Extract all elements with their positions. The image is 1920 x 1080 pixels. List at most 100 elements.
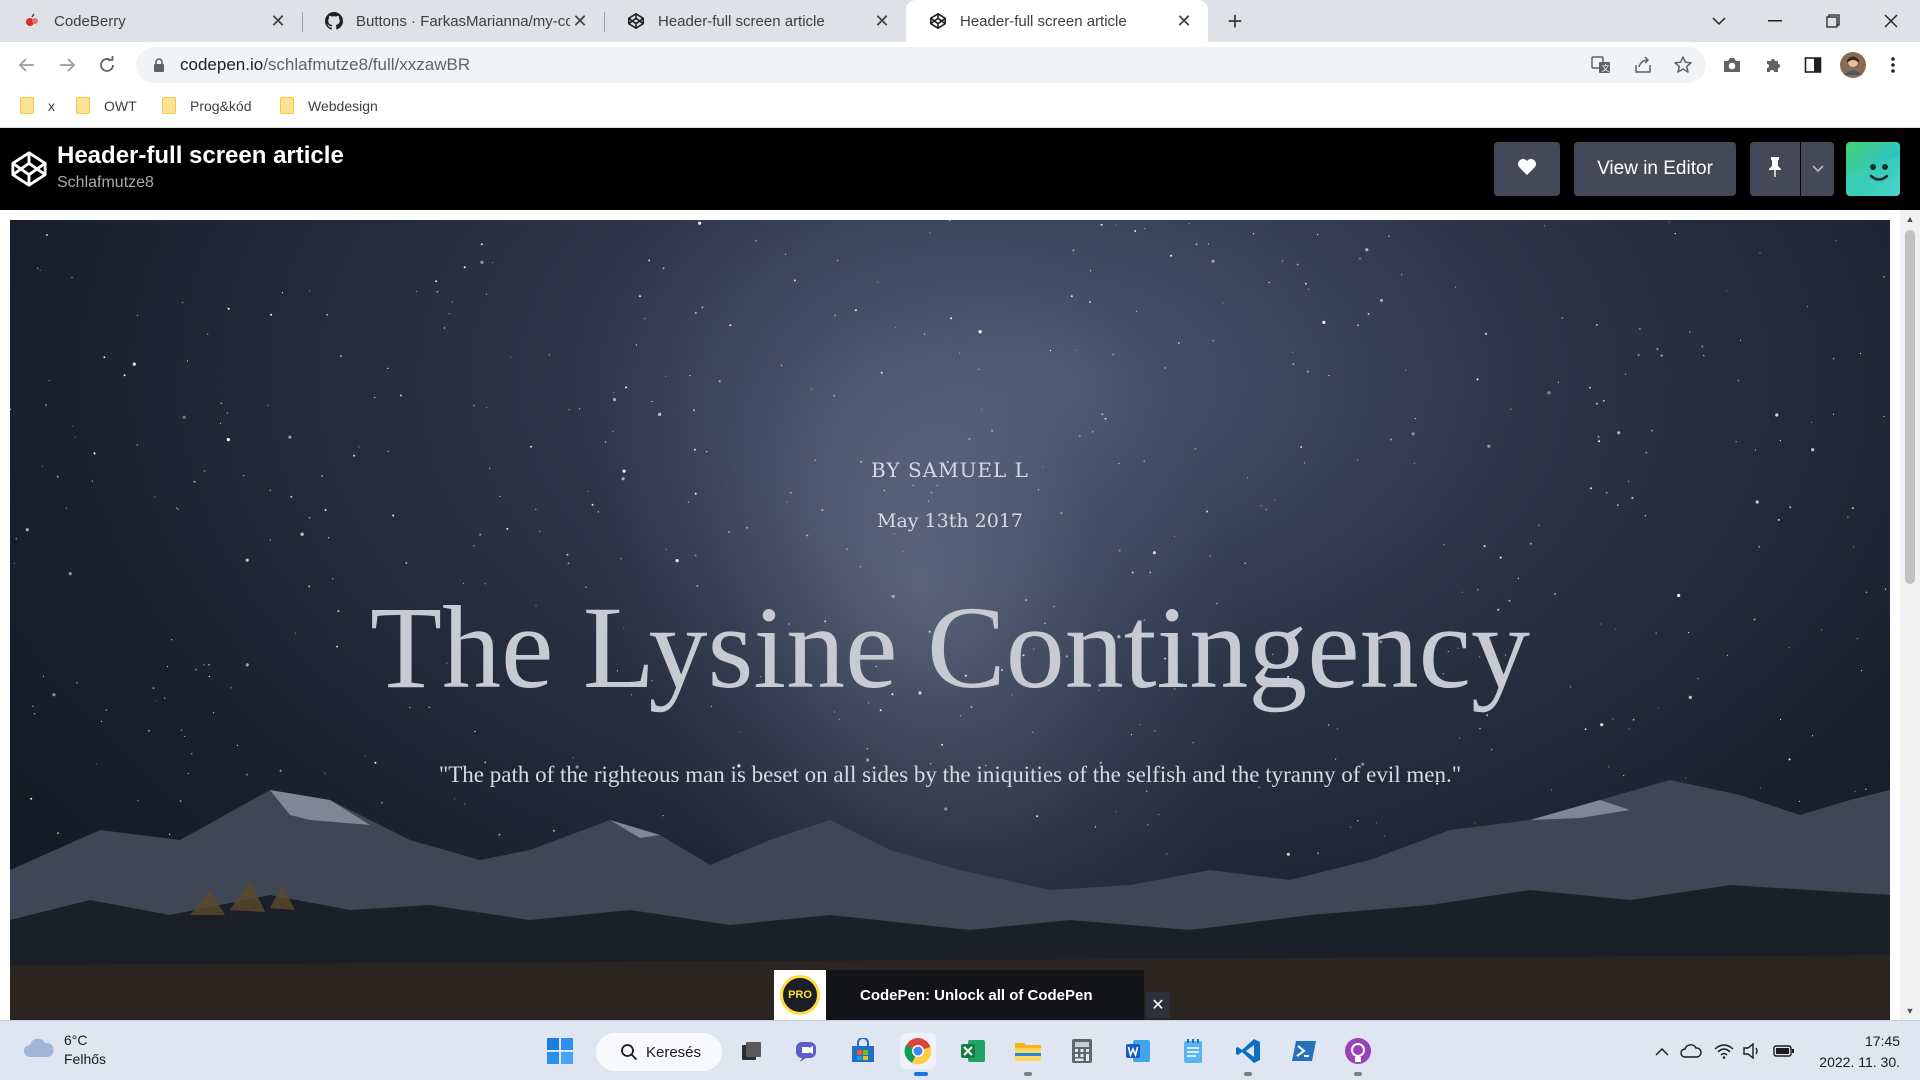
bookmark-label: x: [48, 97, 55, 114]
tab-header-article-1[interactable]: Header-full screen article ✕: [604, 0, 906, 42]
tab-title: Header-full screen article: [658, 12, 825, 30]
bookmark-folder-webdesign[interactable]: Webdesign: [280, 97, 378, 114]
promo-close-button[interactable]: ✕: [1146, 992, 1170, 1018]
new-tab-button[interactable]: +: [1220, 6, 1250, 36]
pin-button[interactable]: [1750, 142, 1800, 196]
profile-avatar[interactable]: [1838, 50, 1868, 80]
scroll-down-arrow-icon[interactable]: ▼: [1905, 1006, 1915, 1016]
folder-icon: [20, 97, 34, 114]
tab-title: Header-full screen article: [960, 12, 1127, 30]
bookmark-folder-x[interactable]: x: [20, 97, 55, 114]
pro-badge-icon: PRO: [774, 970, 826, 1020]
user-avatar[interactable]: [1846, 142, 1900, 196]
bookmark-folder-prog-kod[interactable]: Prog&kód: [162, 97, 251, 114]
tab-header-article-active[interactable]: Header-full screen article ✕: [906, 0, 1208, 42]
vscode-icon[interactable]: [1230, 1033, 1266, 1069]
chrome-taskbar-icon[interactable]: [900, 1033, 936, 1069]
onedrive-cloud-icon[interactable]: [1679, 1039, 1703, 1063]
folder-icon: [162, 97, 176, 114]
chrome-menu-icon[interactable]: [1878, 50, 1908, 80]
close-tab-icon[interactable]: ✕: [872, 11, 892, 31]
forward-button[interactable]: [52, 50, 82, 80]
chrome-active-indicator: [914, 1072, 928, 1076]
url-path: /schlafmutze8/full/xxzawBR: [263, 55, 471, 74]
volume-icon[interactable]: [1740, 1039, 1764, 1063]
codeberry-icon: [22, 11, 42, 31]
vscode-running-indicator: [1244, 1072, 1252, 1076]
codepen-pro-promo-banner[interactable]: PRO CodePen: Unlock all of CodePen: [774, 970, 1144, 1020]
search-label: Keresés: [646, 1043, 702, 1061]
system-clock[interactable]: 17:45 2022. 11. 30.: [1816, 1031, 1900, 1073]
restore-button[interactable]: [1804, 0, 1862, 42]
calculator-icon[interactable]: [1064, 1033, 1100, 1069]
pro-badge-label: PRO: [780, 975, 820, 1015]
article-headline: The Lysine Contingency: [369, 582, 1531, 713]
folder-icon: [280, 97, 294, 114]
microsoft-store-icon[interactable]: [845, 1033, 881, 1069]
weather-description: Felhős: [64, 1051, 107, 1067]
close-tab-icon[interactable]: ✕: [1174, 11, 1194, 31]
heart-button[interactable]: [1494, 142, 1560, 196]
translate-icon[interactable]: 文: [1586, 50, 1616, 80]
codepen-logo-icon[interactable]: [10, 150, 48, 188]
weather-widget[interactable]: 6°C Felhős: [22, 1031, 106, 1069]
github-desktop-running-indicator: [1354, 1072, 1362, 1076]
weather-temperature: 6°C: [64, 1032, 88, 1048]
codepen-header: Header-full screen article Schlafmutze8 …: [0, 128, 1920, 210]
scroll-up-arrow-icon[interactable]: ▲: [1905, 214, 1915, 224]
chevron-down-icon: [1811, 160, 1824, 178]
view-in-editor-button[interactable]: View in Editor: [1574, 142, 1736, 196]
close-tab-icon[interactable]: ✕: [268, 11, 288, 31]
powershell-icon[interactable]: [1286, 1033, 1322, 1069]
battery-icon[interactable]: [1772, 1039, 1796, 1063]
bookmark-star-icon[interactable]: [1668, 50, 1698, 80]
article-byline: BY SAMUEL L: [871, 458, 1029, 482]
explorer-running-indicator: [1024, 1072, 1032, 1076]
pin-icon: [1767, 156, 1783, 183]
article-date: May 13th 2017: [877, 510, 1023, 532]
show-hidden-icons-chevron-icon[interactable]: [1650, 1039, 1674, 1063]
teams-chat-icon[interactable]: [790, 1033, 826, 1069]
notepad-icon[interactable]: [1175, 1033, 1211, 1069]
tab-strip: CodeBerry ✕ Buttons · FarkasMarianna/my-…: [0, 0, 1920, 42]
bookmark-label: OWT: [104, 97, 137, 114]
page-scrollbar[interactable]: ▲ ▼: [1900, 210, 1920, 1020]
close-window-button[interactable]: [1862, 0, 1920, 42]
excel-icon[interactable]: [955, 1033, 991, 1069]
back-button[interactable]: [12, 50, 42, 80]
side-panel-icon[interactable]: [1798, 50, 1828, 80]
article-quote: "The path of the righteous man is beset …: [438, 762, 1462, 787]
tab-title: Buttons · FarkasMarianna/my-co: [356, 12, 570, 30]
codepen-icon: [928, 11, 948, 31]
taskbar-search-box[interactable]: Keresés: [596, 1033, 722, 1071]
bookmarks-bar: x OWT Prog&kód Webdesign: [0, 88, 1920, 128]
task-view-icon[interactable]: [734, 1033, 770, 1069]
reload-button[interactable]: [92, 50, 122, 80]
wifi-icon[interactable]: [1712, 1039, 1736, 1063]
pen-preview-frame: BY SAMUEL L May 13th 2017 The Lysine Con…: [0, 210, 1920, 1020]
address-bar[interactable]: codepen.io/schlafmutze8/full/xxzawBR: [136, 47, 1706, 83]
pin-dropdown-button[interactable]: [1801, 142, 1834, 196]
search-icon: [620, 1043, 638, 1061]
file-explorer-icon[interactable]: [1010, 1033, 1046, 1069]
tab-search-chevron-icon[interactable]: [1690, 0, 1748, 42]
url-text[interactable]: codepen.io/schlafmutze8/full/xxzawBR: [180, 55, 470, 75]
scrollbar-thumb[interactable]: [1905, 230, 1915, 584]
windows-start-icon[interactable]: [542, 1033, 578, 1069]
hero-header: BY SAMUEL L May 13th 2017 The Lysine Con…: [10, 220, 1890, 1020]
bookmark-folder-owt[interactable]: OWT: [76, 97, 137, 114]
share-icon[interactable]: [1628, 50, 1658, 80]
folder-icon: [76, 97, 90, 114]
camera-extension-icon[interactable]: [1717, 50, 1747, 80]
tab-github-buttons[interactable]: Buttons · FarkasMarianna/my-co ✕: [302, 0, 604, 42]
close-tab-icon[interactable]: ✕: [570, 11, 590, 31]
word-icon[interactable]: [1120, 1033, 1156, 1069]
extensions-puzzle-icon[interactable]: [1758, 50, 1788, 80]
browser-toolbar: codepen.io/schlafmutze8/full/xxzawBR 文: [0, 42, 1920, 88]
tab-codeberry[interactable]: CodeBerry ✕: [0, 0, 302, 42]
pen-author-link[interactable]: Schlafmutze8: [57, 174, 154, 192]
lock-icon[interactable]: [150, 56, 168, 74]
codepen-icon: [626, 11, 646, 31]
github-desktop-icon[interactable]: [1340, 1033, 1376, 1069]
minimize-button[interactable]: [1746, 0, 1804, 42]
